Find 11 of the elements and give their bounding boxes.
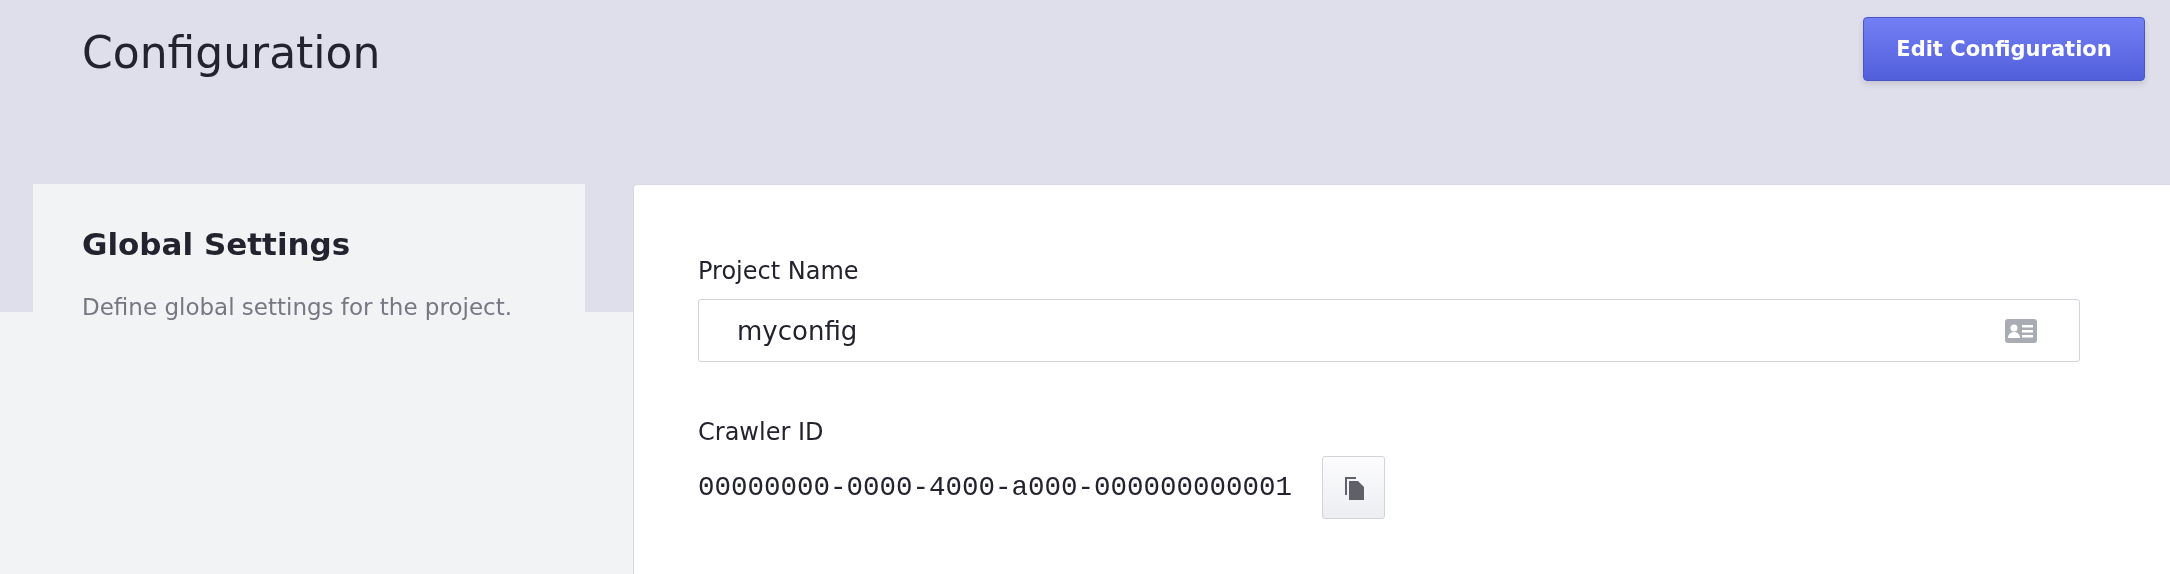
copy-icon xyxy=(1342,474,1365,501)
edit-configuration-button[interactable]: Edit Configuration xyxy=(1863,17,2145,81)
section-title: Global Settings xyxy=(82,226,352,262)
contact-card-icon xyxy=(2005,318,2037,343)
field-label: Crawler ID xyxy=(698,418,825,446)
input-field[interactable]: myconfig xyxy=(698,299,2080,362)
section-description: Define global settings for the project. xyxy=(82,294,513,320)
crawler-id: 00000000-0000-4000-a000-000000000001 xyxy=(698,472,1293,503)
field-label: Project Name xyxy=(698,257,860,285)
page-title: Configuration xyxy=(82,27,381,78)
copy-button[interactable] xyxy=(1322,456,1386,519)
